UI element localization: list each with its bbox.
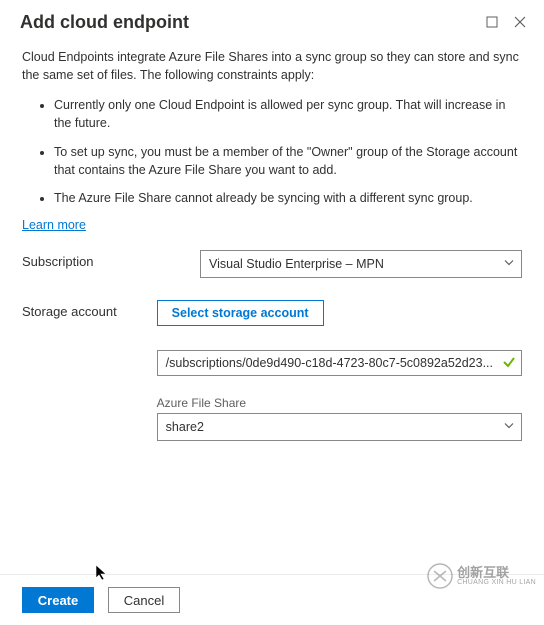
subscription-row: Subscription Visual Studio Enterprise – … [22,250,522,278]
close-icon[interactable] [506,8,534,36]
subscription-dropdown[interactable]: Visual Studio Enterprise – MPN [200,250,522,278]
storage-path-row: /subscriptions/0de9d490-c18d-4723-80c7-5… [157,350,522,376]
intro-text: Cloud Endpoints integrate Azure File Sha… [22,48,522,84]
panel-title: Add cloud endpoint [20,12,478,33]
create-button[interactable]: Create [22,587,94,613]
add-cloud-endpoint-panel: Add cloud endpoint Cloud Endpoints integ… [0,0,544,625]
storage-path-value: /subscriptions/0de9d490-c18d-4723-80c7-5… [166,356,493,370]
panel-body: Cloud Endpoints integrate Azure File Sha… [0,42,544,574]
storage-path-input[interactable]: /subscriptions/0de9d490-c18d-4723-80c7-5… [157,350,522,376]
file-share-label: Azure File Share [157,396,522,410]
chevron-down-icon [503,256,515,271]
subscription-label: Subscription [22,250,200,269]
file-share-dropdown[interactable]: share2 [157,413,522,441]
panel-footer: Create Cancel [0,574,544,625]
check-icon [502,355,516,372]
subscription-value: Visual Studio Enterprise – MPN [209,257,384,271]
constraint-item: Currently only one Cloud Endpoint is all… [54,96,522,132]
restore-icon[interactable] [478,8,506,36]
constraint-item: The Azure File Share cannot already be s… [54,189,522,207]
panel-header: Add cloud endpoint [0,0,544,42]
constraints-list: Currently only one Cloud Endpoint is all… [22,96,522,207]
cancel-button[interactable]: Cancel [108,587,180,613]
storage-account-row: Storage account Select storage account /… [22,300,522,441]
chevron-down-icon [503,419,515,434]
select-storage-account-button[interactable]: Select storage account [157,300,324,326]
constraint-item: To set up sync, you must be a member of … [54,143,522,179]
storage-account-label: Storage account [22,300,157,319]
learn-more-link[interactable]: Learn more [22,218,86,232]
file-share-value: share2 [166,420,204,434]
